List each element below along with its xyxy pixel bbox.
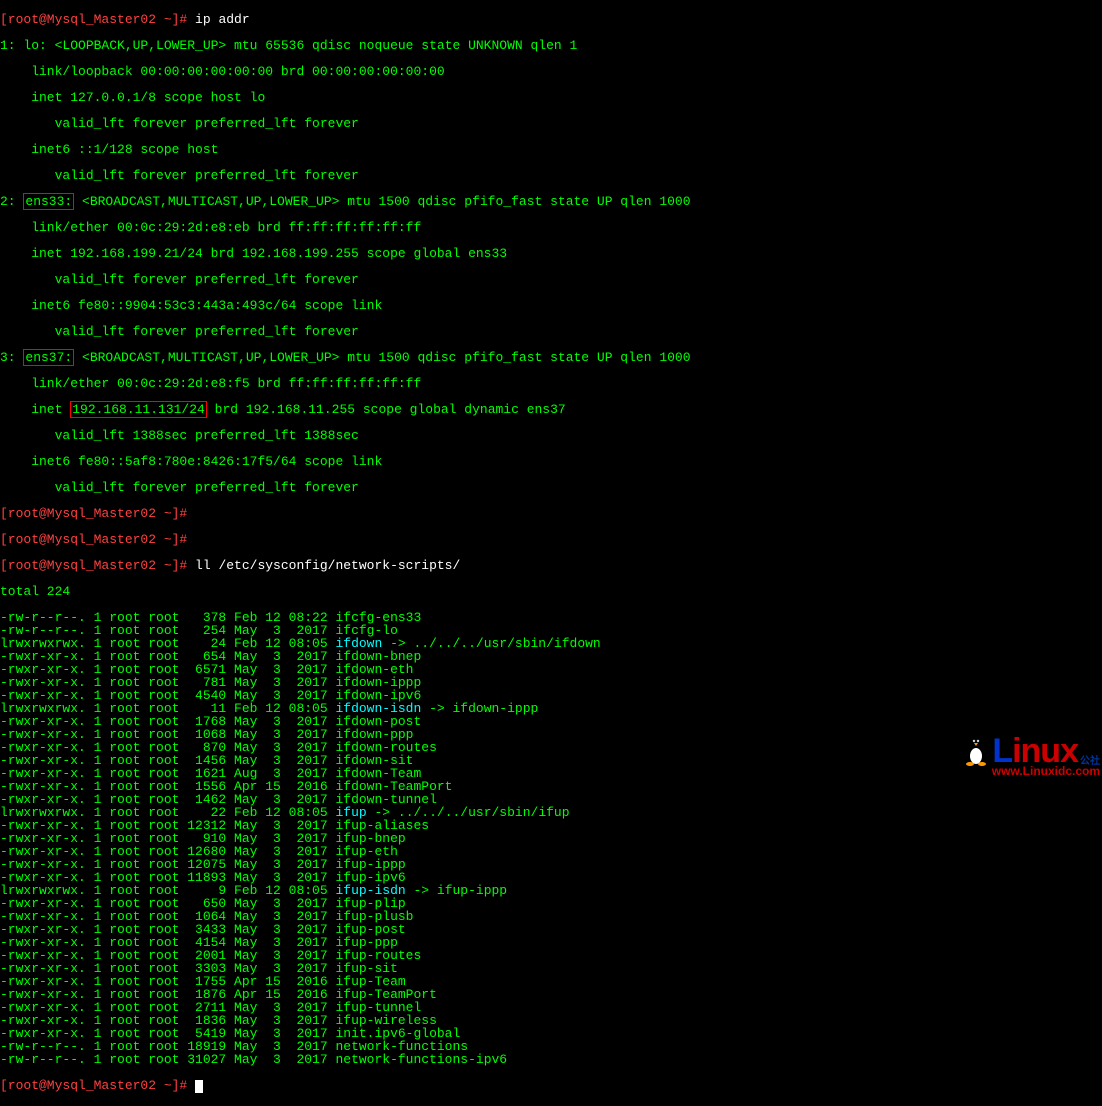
- iface-ens33-highlight: ens33:: [23, 193, 74, 210]
- ip-output: valid_lft 1388sec preferred_lft 1388sec: [0, 429, 1102, 442]
- ip-output: 1: lo: <LOOPBACK,UP,LOWER_UP> mtu 65536 …: [0, 39, 1102, 52]
- ip-output: <BROADCAST,MULTICAST,UP,LOWER_UP> mtu 15…: [74, 350, 690, 365]
- command-space: [187, 1078, 195, 1093]
- ip-output: 3:: [0, 350, 23, 365]
- ip-output: valid_lft forever preferred_lft forever: [0, 273, 1102, 286]
- shell-prompt: [root@Mysql_Master02 ~]#: [0, 532, 187, 547]
- tux-icon: [962, 734, 990, 766]
- ip-output: <BROADCAST,MULTICAST,UP,LOWER_UP> mtu 15…: [74, 194, 690, 209]
- ip-output: valid_lft forever preferred_lft forever: [0, 481, 1102, 494]
- inet-addr-highlight: 192.168.11.131/24: [70, 401, 207, 418]
- symlink-target: -> ifdown-ippp: [421, 701, 538, 716]
- ip-output: link/loopback 00:00:00:00:00:00 brd 00:0…: [0, 65, 1102, 78]
- ip-output: inet 127.0.0.1/8 scope host lo: [0, 91, 1102, 104]
- ip-output: inet6 ::1/128 scope host: [0, 143, 1102, 156]
- symlink-target: -> ifup-ippp: [406, 883, 507, 898]
- ip-output: 2:: [0, 194, 23, 209]
- watermark-brand: Linux: [992, 736, 1078, 767]
- shell-prompt: [root@Mysql_Master02 ~]#: [0, 1078, 187, 1093]
- ip-output: link/ether 00:0c:29:2d:e8:f5 brd ff:ff:f…: [0, 377, 1102, 390]
- ip-output: valid_lft forever preferred_lft forever: [0, 169, 1102, 182]
- watermark-url: www.Linuxidc.com: [962, 766, 1100, 777]
- terminal-output[interactable]: [root@Mysql_Master02 ~]# ip addr 1: lo: …: [0, 0, 1102, 1106]
- shell-prompt: [root@Mysql_Master02 ~]#: [0, 558, 187, 573]
- ls-total: total 224: [0, 585, 1102, 598]
- file-perms: -rw-r--r--. 1 root root 31027 May 3 2017: [0, 1052, 335, 1067]
- file-name: network-functions-ipv6: [335, 1052, 507, 1067]
- ip-output: brd 192.168.11.255 scope global dynamic …: [207, 402, 566, 417]
- ip-output: valid_lft forever preferred_lft forever: [0, 325, 1102, 338]
- ip-output: link/ether 00:0c:29:2d:e8:eb brd ff:ff:f…: [0, 221, 1102, 234]
- ip-output: valid_lft forever preferred_lft forever: [0, 117, 1102, 130]
- cursor-icon: [195, 1080, 203, 1093]
- command-text: ll /etc/sysconfig/network-scripts/: [187, 558, 460, 573]
- shell-prompt: [root@Mysql_Master02 ~]#: [0, 506, 187, 521]
- command-text: ip addr: [187, 12, 249, 27]
- ls-row: -rw-r--r--. 1 root root 31027 May 3 2017…: [0, 1053, 1102, 1066]
- iface-ens37-highlight: ens37:: [23, 349, 74, 366]
- watermark: Linux公社 www.Linuxidc.com: [962, 734, 1100, 777]
- ip-output: inet: [0, 402, 70, 417]
- ip-output: inet6 fe80::5af8:780e:8426:17f5/64 scope…: [0, 455, 1102, 468]
- shell-prompt: [root@Mysql_Master02 ~]#: [0, 12, 187, 27]
- ip-output: inet 192.168.199.21/24 brd 192.168.199.2…: [0, 247, 1102, 260]
- ip-output: inet6 fe80::9904:53c3:443a:493c/64 scope…: [0, 299, 1102, 312]
